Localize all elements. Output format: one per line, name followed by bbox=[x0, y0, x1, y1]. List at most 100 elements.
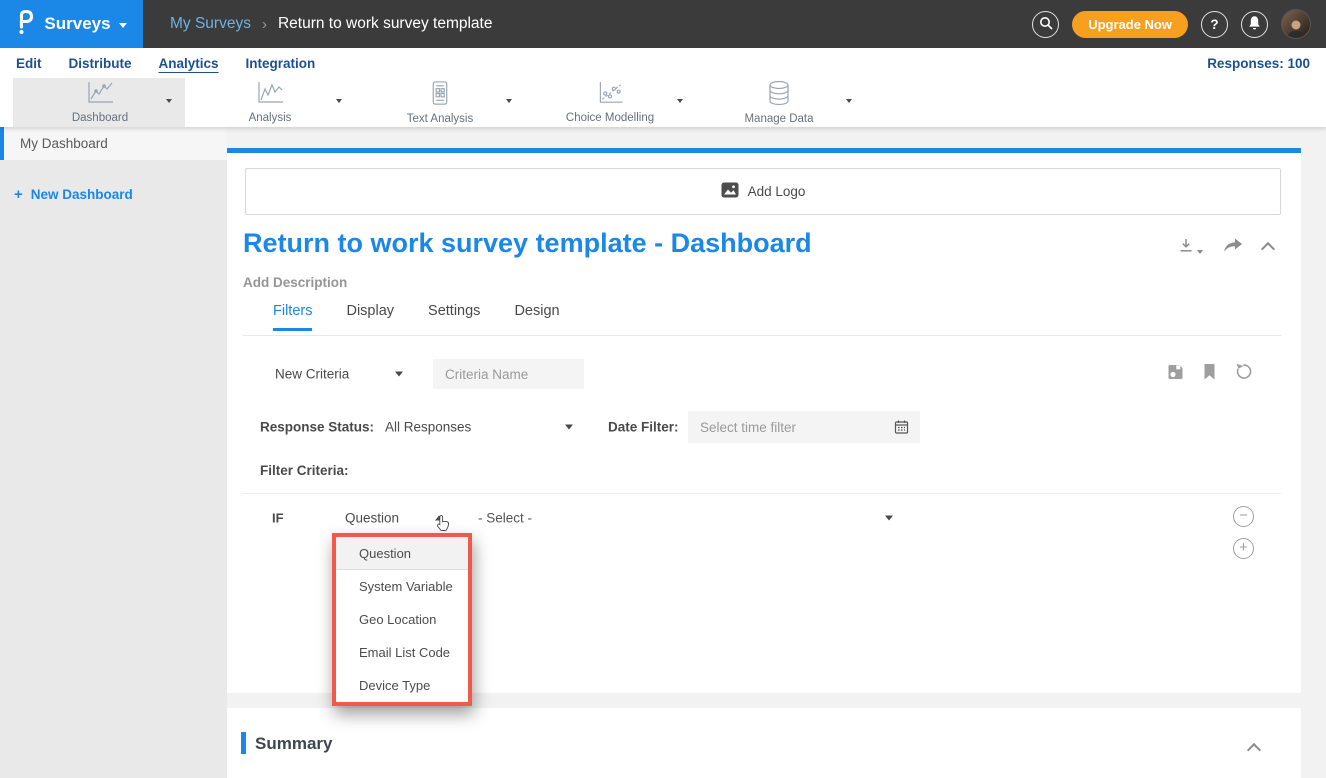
dropdown-option-system-variable[interactable]: System Variable bbox=[336, 570, 468, 603]
bookmark-criteria-button[interactable] bbox=[1203, 363, 1216, 385]
toolbar-item-manage-data[interactable]: Manage Data bbox=[709, 78, 849, 127]
search-icon bbox=[1039, 16, 1053, 33]
questionpro-p-icon bbox=[16, 7, 36, 41]
download-button[interactable] bbox=[1178, 238, 1203, 258]
text-analysis-dropdown-caret-icon[interactable] bbox=[506, 99, 512, 103]
summary-collapse-button[interactable] bbox=[1249, 742, 1259, 760]
breadcrumb: My Surveys › Return to work survey templ… bbox=[170, 15, 492, 33]
chevron-down-icon[interactable] bbox=[565, 425, 573, 430]
line-chart-icon bbox=[254, 81, 286, 111]
chevron-down-icon bbox=[1197, 250, 1203, 254]
menu-item-integration[interactable]: Integration bbox=[246, 56, 316, 71]
breadcrumb-separator: › bbox=[262, 16, 267, 33]
dropdown-option-device-type[interactable]: Device Type bbox=[336, 669, 468, 702]
tab-settings[interactable]: Settings bbox=[428, 303, 480, 331]
field-type-dropdown-menu: Question System Variable Geo Location Em… bbox=[332, 533, 472, 706]
dashboard-sidebar: My Dashboard + New Dashboard bbox=[0, 127, 227, 778]
section-divider bbox=[243, 493, 1281, 494]
add-logo-button[interactable]: Add Logo bbox=[245, 168, 1281, 215]
reset-icon bbox=[1235, 368, 1253, 385]
field-type-dropdown[interactable]: Question bbox=[345, 511, 399, 526]
toolbar-item-text-analysis[interactable]: Text Analysis bbox=[370, 78, 510, 127]
dropdown-option-email-list-code[interactable]: Email List Code bbox=[336, 636, 468, 669]
tab-design[interactable]: Design bbox=[514, 303, 559, 331]
chevron-down-icon[interactable] bbox=[885, 516, 893, 521]
summary-section: Summary bbox=[227, 708, 1301, 778]
menu-item-analytics[interactable]: Analytics bbox=[159, 56, 219, 71]
toolbar-item-label: Dashboard bbox=[72, 112, 128, 124]
toolbar-item-label: Analysis bbox=[249, 112, 292, 124]
condition-row: IF Question - Select - bbox=[227, 503, 1301, 533]
operand-dropdown[interactable]: - Select - bbox=[478, 511, 532, 526]
response-status-label: Response Status: bbox=[260, 420, 374, 435]
manage-data-dropdown-caret-icon[interactable] bbox=[846, 99, 852, 103]
chevron-down-icon[interactable] bbox=[395, 372, 403, 377]
top-header: Surveys My Surveys › Return to work surv… bbox=[0, 0, 1326, 48]
menu-item-edit[interactable]: Edit bbox=[16, 56, 42, 71]
tab-filters[interactable]: Filters bbox=[273, 303, 312, 331]
criteria-name-input[interactable] bbox=[433, 359, 584, 389]
share-icon bbox=[1223, 240, 1243, 257]
settings-tabs: Filters Display Settings Design bbox=[273, 303, 560, 331]
choice-modelling-dropdown-caret-icon[interactable] bbox=[677, 99, 683, 103]
chevron-up-icon[interactable] bbox=[435, 516, 443, 521]
new-dashboard-button[interactable]: + New Dashboard bbox=[14, 186, 227, 203]
toolbar-item-dashboard[interactable]: Dashboard bbox=[30, 78, 170, 127]
help-button[interactable]: ? bbox=[1201, 11, 1228, 38]
notifications-button[interactable] bbox=[1241, 11, 1268, 38]
brand-logo[interactable]: Surveys bbox=[0, 0, 143, 48]
toolbar-item-label: Manage Data bbox=[744, 113, 813, 125]
summary-accent-bar bbox=[241, 732, 246, 754]
bell-icon bbox=[1247, 15, 1262, 34]
dropdown-option-geo-location[interactable]: Geo Location bbox=[336, 603, 468, 636]
add-condition-button[interactable]: + bbox=[1233, 538, 1254, 559]
sidebar-item-my-dashboard[interactable]: My Dashboard bbox=[0, 127, 227, 160]
image-icon bbox=[721, 182, 739, 201]
remove-condition-button[interactable]: − bbox=[1233, 506, 1254, 527]
header-actions: Upgrade Now ? bbox=[1032, 9, 1326, 39]
toolbar-item-label: Choice Modelling bbox=[566, 112, 654, 124]
menubar: Edit Distribute Analytics Integration Re… bbox=[0, 48, 1326, 78]
summary-title: Summary bbox=[255, 734, 332, 754]
title-actions bbox=[1178, 237, 1273, 259]
app-root: Surveys My Surveys › Return to work surv… bbox=[0, 0, 1326, 778]
share-button[interactable] bbox=[1223, 238, 1243, 258]
toolbar-item-analysis[interactable]: Analysis bbox=[200, 78, 340, 127]
criteria-actions bbox=[1167, 363, 1253, 386]
menu-item-distribute[interactable]: Distribute bbox=[69, 56, 132, 71]
page-title: Return to work survey template - Dashboa… bbox=[243, 228, 812, 259]
collapse-panel-button[interactable] bbox=[1263, 241, 1273, 259]
add-description-button[interactable]: Add Description bbox=[243, 275, 347, 290]
date-filter-label: Date Filter: bbox=[608, 420, 679, 435]
toolbar-item-choice-modelling[interactable]: Choice Modelling bbox=[540, 78, 680, 127]
criteria-row: New Criteria bbox=[227, 359, 1301, 389]
upgrade-now-button[interactable]: Upgrade Now bbox=[1072, 11, 1188, 38]
user-avatar[interactable] bbox=[1281, 9, 1311, 39]
reset-criteria-button[interactable] bbox=[1235, 363, 1253, 386]
line-chart-icon bbox=[84, 81, 116, 111]
responses-count: Responses: 100 bbox=[1207, 56, 1310, 71]
app-name-label: Surveys bbox=[44, 14, 110, 34]
tab-display[interactable]: Display bbox=[346, 303, 394, 331]
person-icon bbox=[1285, 18, 1307, 38]
response-status-dropdown[interactable]: All Responses bbox=[385, 420, 471, 435]
breadcrumb-current: Return to work survey template bbox=[278, 15, 493, 33]
dropdown-option-question[interactable]: Question bbox=[336, 537, 468, 570]
search-button[interactable] bbox=[1032, 11, 1059, 38]
download-icon bbox=[1178, 238, 1194, 258]
calendar-icon[interactable] bbox=[894, 419, 909, 440]
save-criteria-button[interactable] bbox=[1167, 363, 1184, 385]
dashboard-dropdown-caret-icon[interactable] bbox=[166, 99, 172, 103]
bookmark-icon bbox=[1203, 367, 1216, 384]
criteria-type-dropdown[interactable]: New Criteria bbox=[275, 367, 349, 382]
breadcrumb-my-surveys[interactable]: My Surveys bbox=[170, 15, 251, 33]
database-icon bbox=[766, 80, 792, 112]
analytics-toolbar: Dashboard Analysis bbox=[0, 78, 1326, 127]
new-dashboard-label: New Dashboard bbox=[31, 187, 133, 202]
chevron-down-icon bbox=[119, 23, 127, 28]
plus-icon: + bbox=[14, 186, 23, 203]
analysis-dropdown-caret-icon[interactable] bbox=[336, 99, 342, 103]
text-grid-icon bbox=[430, 81, 450, 112]
if-label: IF bbox=[272, 511, 284, 526]
date-filter-input[interactable] bbox=[688, 411, 920, 443]
